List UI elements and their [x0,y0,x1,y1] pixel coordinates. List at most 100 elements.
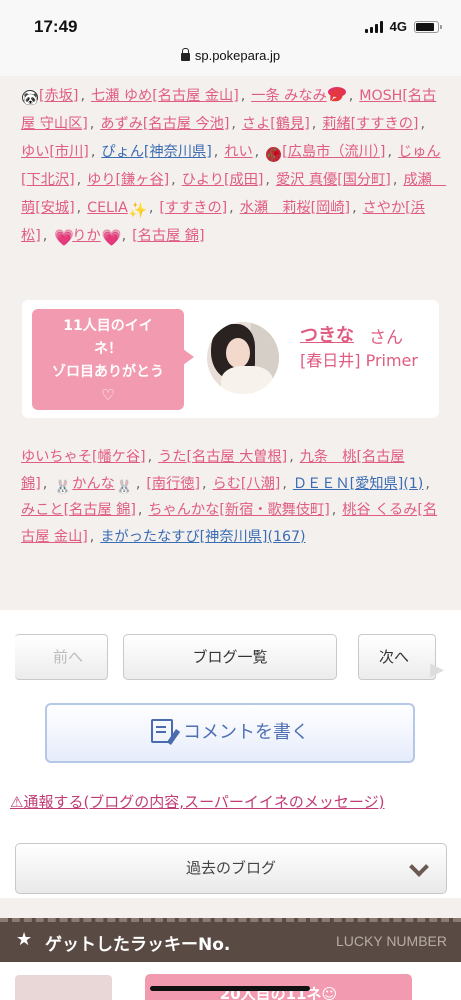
liker-link[interactable]: ぴょん[神奈川県] [101,144,211,160]
list-separator: , [121,228,127,244]
liker-link[interactable]: さよ[鶴見] [242,116,310,132]
liker-link[interactable]: らむ[八潮] [213,476,281,492]
liker-link-text: ちゃんかな[新宿・歌舞伎町] [148,502,330,518]
liker-link[interactable]: まがったなすび[神奈川県](167) [100,529,305,545]
liker-link[interactable]: みこと[名古屋 錦] [21,502,136,518]
liker-link[interactable]: ＤＥＥＮ[愛知県](1) [293,476,423,492]
liker-link-text: [赤坂] [39,88,79,104]
liker-link[interactable]: 一条 みなみ 💋 [251,87,346,104]
liker-link[interactable]: ゆい[市川] [21,144,89,160]
liker-link[interactable]: れい [224,144,252,160]
liker-link-text: らむ[八潮] [212,475,281,492]
list-separator: , [254,144,260,160]
lucky-thumbnail[interactable] [15,975,112,1000]
rabbit-emoji-icon: 🐰 [116,479,133,495]
list-separator: , [147,449,153,465]
edit-icon [151,719,173,743]
liker-link-text: あずみ[名古屋 今池] [100,116,230,132]
write-comment-button[interactable]: コメントを書く [45,703,415,763]
liker-link-text: ＤＥＥＮ[愛知県](1) [292,475,424,492]
liker-link[interactable]: CELIA✨ [87,200,148,219]
like-list-bottom: ゆいちゃそ[幡ケ谷], うた[名古屋 大曽根], 九条 桃[名古屋 錦], 🐰かんな🐰… [0,440,461,580]
liker-link[interactable]: うた[名古屋 大曽根] [158,449,287,465]
report-link[interactable]: ⚠通報する(ブログの内容,スーパーイイネのメッセージ) [10,791,384,812]
home-indicator [150,986,310,991]
rabbit-emoji-icon: 🐰 [54,479,71,495]
list-separator: , [352,200,357,216]
liker-link-text: [広島市（流川）] [282,144,386,160]
list-separator: , [311,116,317,132]
liker-link[interactable]: ゆり[鎌ヶ谷] [87,172,169,188]
liker-link[interactable]: 🥀[広島市（流川）] [265,144,386,162]
hearts-emoji-icon: 💗 [101,228,122,247]
list-separator: , [282,475,287,492]
prev-button[interactable]: 前へ [15,634,108,680]
hearts-emoji-icon: 💗 [54,228,75,247]
heart-icon: ♡ [101,386,115,404]
liker-link-text: 莉緒[すすきの] [322,116,419,132]
like-message-line: 11人目のイイ [63,318,153,334]
network-type: 4G [389,19,407,34]
url-text: sp.pokepara.jp [194,48,281,63]
liker-link[interactable]: 💗りか💗 [53,228,122,247]
panda-emoji-icon: 🐼 [22,90,38,106]
liker-link[interactable]: 🐼[赤坂] [21,88,79,106]
list-separator: , [229,200,234,216]
chevron-down-icon [409,857,429,877]
status-bar: 17:49 4G [0,0,461,44]
liker-link-text: れい [224,144,253,160]
lucky-number-header: ★ ゲットしたラッキーNo. LUCKY NUMBER [0,918,461,962]
liker-link-text: [南行徳] [146,475,200,492]
list-separator: , [89,528,95,545]
list-separator: , [80,88,85,104]
liker-link-text: CELIA [87,200,128,216]
list-separator: , [289,449,294,465]
liker-link[interactable]: 🐰かんな🐰 [53,475,134,495]
liker-link[interactable]: 愛沢 真優[国分町] [276,172,391,188]
liker-link[interactable]: [すすきの] [159,200,227,216]
star-icon: ★ [16,929,33,950]
liker-link[interactable]: 七瀬 ゆめ[名古屋 金山] [91,88,239,104]
list-separator: , [265,172,270,188]
liker-link-text: ゆい[市川] [21,144,89,160]
past-blog-label: 過去のブログ [185,859,276,877]
past-blog-accordion[interactable]: 過去のブログ [15,843,447,894]
liker-name-link[interactable]: つきな [300,321,354,347]
liker-link[interactable]: [南行徳] [146,476,200,492]
blog-list-button[interactable]: ブログ一覧 [123,634,337,680]
rose-emoji-icon: 🥀 [266,147,282,162]
liker-link[interactable]: ひより[成田] [182,172,264,188]
list-separator: , [331,502,337,518]
list-separator: , [135,475,141,492]
liker-link[interactable]: ゆいちゃそ[幡ケ谷] [21,449,146,465]
lucky-number-title: ゲットしたラッキーNo. [45,935,231,955]
write-comment-label: コメントを書く [183,722,309,743]
next-button[interactable]: 次へ [358,634,444,692]
like-message-line: ネ！ [94,341,122,357]
list-separator: , [42,228,48,244]
list-separator: , [392,172,398,188]
liker-link[interactable]: ちゃんかな[新宿・歌舞伎町] [148,502,329,518]
liker-link-text: りか [72,228,101,244]
liker-link-text: まがったなすび[神奈川県](167) [100,528,306,545]
list-separator: , [387,144,392,160]
list-separator: , [231,116,236,132]
liker-link[interactable]: [名古屋 錦] [132,228,204,244]
list-separator: , [213,144,219,160]
signal-icon [364,20,383,33]
liker-link-text: [名古屋 錦] [132,228,205,244]
avatar[interactable] [207,322,279,394]
list-separator: , [348,88,354,104]
liker-link-text: さよ[鶴見] [241,116,310,132]
liker-link[interactable]: 水瀬 莉桜[岡崎] [240,200,350,216]
liker-link-text: かんな [72,475,115,492]
liker-link-text: 水瀬 莉桜[岡崎] [239,200,351,216]
liker-link[interactable]: 莉緒[すすきの] [322,116,418,132]
address-bar[interactable]: sp.pokepara.jp [0,44,461,76]
liker-link[interactable]: あずみ[名古屋 今池] [100,116,229,132]
lips-emoji-icon: 💋 [327,87,346,102]
liker-link-text: 一条 みなみ [251,88,327,104]
liker-link-text: みこと[名古屋 錦] [21,502,136,518]
sparkles-emoji-icon: ✨ [128,201,148,219]
list-separator: , [171,172,176,188]
